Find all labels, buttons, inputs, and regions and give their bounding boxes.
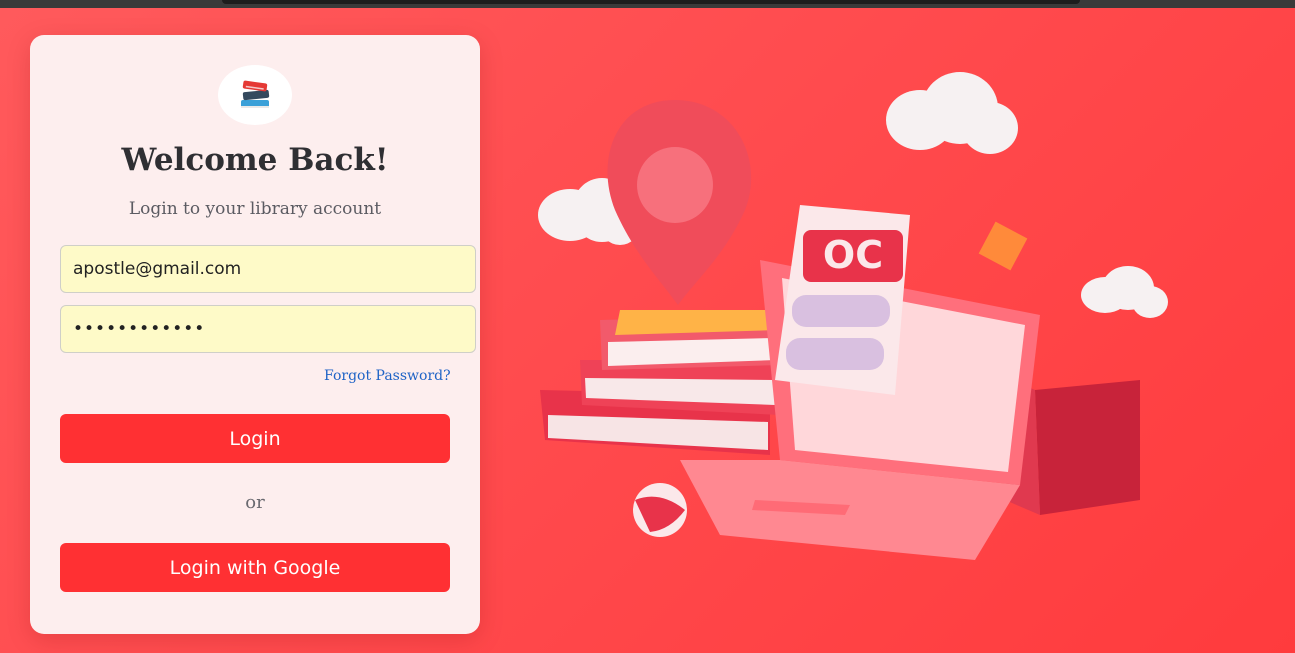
login-card: Welcome Back! Login to your library acco… xyxy=(30,35,480,634)
google-login-button[interactable]: Login with Google xyxy=(60,543,450,592)
cube-shape xyxy=(978,221,1028,271)
sign-text: OC xyxy=(823,233,883,277)
beach-ball xyxy=(633,483,687,537)
or-divider: or xyxy=(245,492,265,513)
map-pin-icon xyxy=(607,100,752,305)
books-stack xyxy=(540,310,785,455)
browser-tab-strip xyxy=(222,0,1080,4)
phone-card: OC xyxy=(775,205,910,395)
page-subtitle: Login to your library account xyxy=(128,199,382,219)
password-field[interactable] xyxy=(60,305,476,353)
logo-badge xyxy=(218,65,292,125)
forgot-password-link[interactable]: Forgot Password? xyxy=(324,368,451,384)
books-icon xyxy=(241,80,270,108)
library-illustration: OC xyxy=(538,72,1168,560)
cloud-right xyxy=(1081,266,1168,318)
email-field[interactable] xyxy=(60,245,476,293)
login-button[interactable]: Login xyxy=(60,414,450,463)
cloud-top-right xyxy=(886,72,1018,154)
browser-top-bar xyxy=(0,0,1295,8)
page-title: Welcome Back! xyxy=(121,142,389,178)
